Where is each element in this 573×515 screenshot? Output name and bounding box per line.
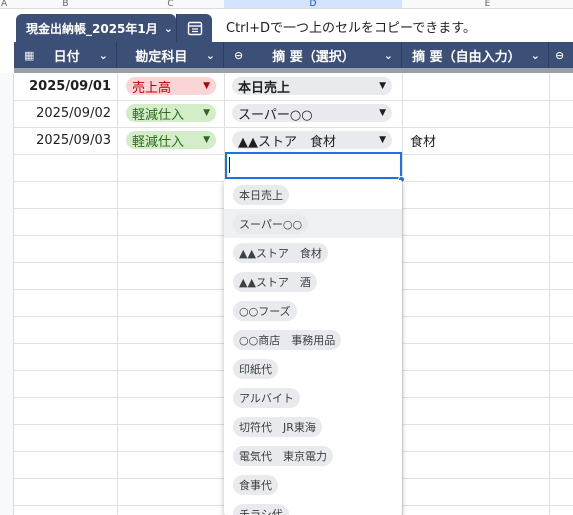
dropdown-option[interactable]: 印紙代: [224, 354, 402, 383]
header-account-label: 勘定科目: [135, 49, 188, 65]
dropdown-chip-icon: ⊖: [555, 48, 565, 62]
header-date-label: 日付: [53, 49, 80, 65]
dropdown-arrow-icon[interactable]: ▼: [379, 81, 386, 91]
text-caret: [229, 157, 230, 173]
dropdown-option[interactable]: 切符代 JR東海: [224, 412, 402, 441]
summary-chip-label: 本日売上: [238, 80, 291, 96]
header-next-column[interactable]: ⊖: [549, 42, 573, 68]
dropdown-option[interactable]: ○○フーズ: [224, 296, 402, 325]
chevron-down-icon[interactable]: ⌄: [531, 49, 540, 62]
cell-free-text[interactable]: [402, 100, 549, 127]
dropdown-option[interactable]: チラシ代: [224, 499, 402, 515]
dropdown-option[interactable]: スーパー○○: [224, 209, 402, 238]
table-name-tab[interactable]: 現金出納帳_2025年1月 ⌄: [16, 14, 176, 42]
hint-text: Ctrl+Dで一つ上のセルをコピーできます。: [226, 21, 476, 36]
account-chip-label: 軽減仕入: [132, 134, 185, 150]
summary-chip-label: スーパー○○: [238, 107, 313, 123]
cell-free-text[interactable]: 食材: [402, 127, 549, 154]
chevron-down-icon[interactable]: ⌄: [164, 22, 173, 35]
dropdown-arrow-icon[interactable]: ▼: [203, 108, 210, 118]
option-chip: チラシ代: [233, 503, 289, 515]
dropdown-option[interactable]: ○○商店 事務用品: [224, 325, 402, 354]
option-chip: 食事代: [233, 474, 278, 495]
summary-chip[interactable]: 本日売上 ▼: [232, 77, 392, 96]
option-chip: ○○商店 事務用品: [233, 329, 342, 350]
column-header-d[interactable]: D: [224, 0, 402, 9]
option-chip: ○○フーズ: [233, 300, 297, 321]
grid-line: [549, 73, 550, 515]
cell-date[interactable]: 2025/09/03: [14, 127, 117, 154]
table-name-label: 現金出納帳_2025年1月: [26, 21, 158, 36]
option-chip: 切符代 JR東海: [233, 416, 322, 437]
header-date[interactable]: ▦ 日付 ⌄: [14, 42, 117, 68]
dropdown-option[interactable]: ▲▲ストア 酒: [224, 267, 402, 296]
summary-chip-label: ▲▲ストア 食材: [238, 134, 336, 150]
dropdown-arrow-icon[interactable]: ▼: [379, 135, 386, 145]
option-chip: 印紙代: [233, 358, 278, 379]
account-chip-label: 軽減仕入: [132, 107, 185, 123]
column-header-e[interactable]: E: [402, 0, 573, 9]
cell-date[interactable]: 2025/09/02: [14, 100, 117, 127]
calendar-icon: ▦: [24, 48, 35, 62]
account-chip[interactable]: 軽減仕入 ▼: [126, 131, 216, 150]
account-chip[interactable]: 軽減仕入 ▼: [126, 104, 216, 123]
active-cell-editor[interactable]: [225, 152, 402, 179]
grid-line: [117, 73, 118, 515]
chevron-down-icon[interactable]: ⌄: [99, 49, 108, 62]
header-summary-select[interactable]: ⊖ 摘 要（選択） ⌄: [224, 42, 402, 68]
summary-chip[interactable]: スーパー○○ ▼: [232, 104, 392, 123]
header-summary-select-label: 摘 要（選択）: [272, 49, 355, 65]
option-chip: 本日売上: [233, 184, 289, 205]
dropdown-option[interactable]: 本日売上: [224, 180, 402, 209]
option-chip: アルバイト: [233, 387, 300, 408]
column-header-corner[interactable]: A: [0, 0, 14, 9]
option-chip: スーパー○○: [233, 213, 309, 234]
calendar-grid-icon: [187, 21, 202, 36]
dropdown-arrow-icon[interactable]: ▼: [203, 135, 210, 145]
summary-chip[interactable]: ▲▲ストア 食材 ▼: [232, 131, 392, 150]
column-header-b[interactable]: B: [14, 0, 117, 9]
dropdown-option[interactable]: 食事代: [224, 470, 402, 499]
table-view-icon[interactable]: [176, 14, 212, 42]
account-chip[interactable]: 売上高 ▼: [126, 77, 216, 96]
option-chip: 電気代 東京電力: [233, 445, 333, 466]
header-account[interactable]: 勘定科目 ⌄: [117, 42, 224, 68]
header-summary-free[interactable]: 摘 要（自由入力） ⌄: [402, 42, 549, 68]
dropdown-chip-icon: ⊖: [234, 48, 244, 62]
option-chip: ▲▲ストア 酒: [233, 271, 317, 292]
dropdown-arrow-icon[interactable]: ▼: [203, 81, 210, 91]
cell-free-text[interactable]: [402, 73, 549, 100]
cell-date[interactable]: 2025/09/01: [14, 73, 117, 100]
chevron-down-icon[interactable]: ⌄: [206, 49, 215, 62]
column-header-c[interactable]: C: [117, 0, 224, 9]
option-chip: ▲▲ストア 食材: [233, 242, 328, 263]
dropdown-option[interactable]: アルバイト: [224, 383, 402, 412]
dropdown-options-list[interactable]: 本日売上 スーパー○○ ▲▲ストア 食材 ▲▲ストア 酒 ○○フーズ ○○商店 …: [224, 180, 402, 515]
row-header-column[interactable]: [0, 73, 14, 515]
header-summary-free-label: 摘 要（自由入力）: [412, 49, 521, 65]
dropdown-arrow-icon[interactable]: ▼: [379, 108, 386, 118]
chevron-down-icon[interactable]: ⌄: [384, 49, 393, 62]
dropdown-option[interactable]: 電気代 東京電力: [224, 441, 402, 470]
dropdown-option[interactable]: ▲▲ストア 食材: [224, 238, 402, 267]
account-chip-label: 売上高: [132, 80, 172, 96]
